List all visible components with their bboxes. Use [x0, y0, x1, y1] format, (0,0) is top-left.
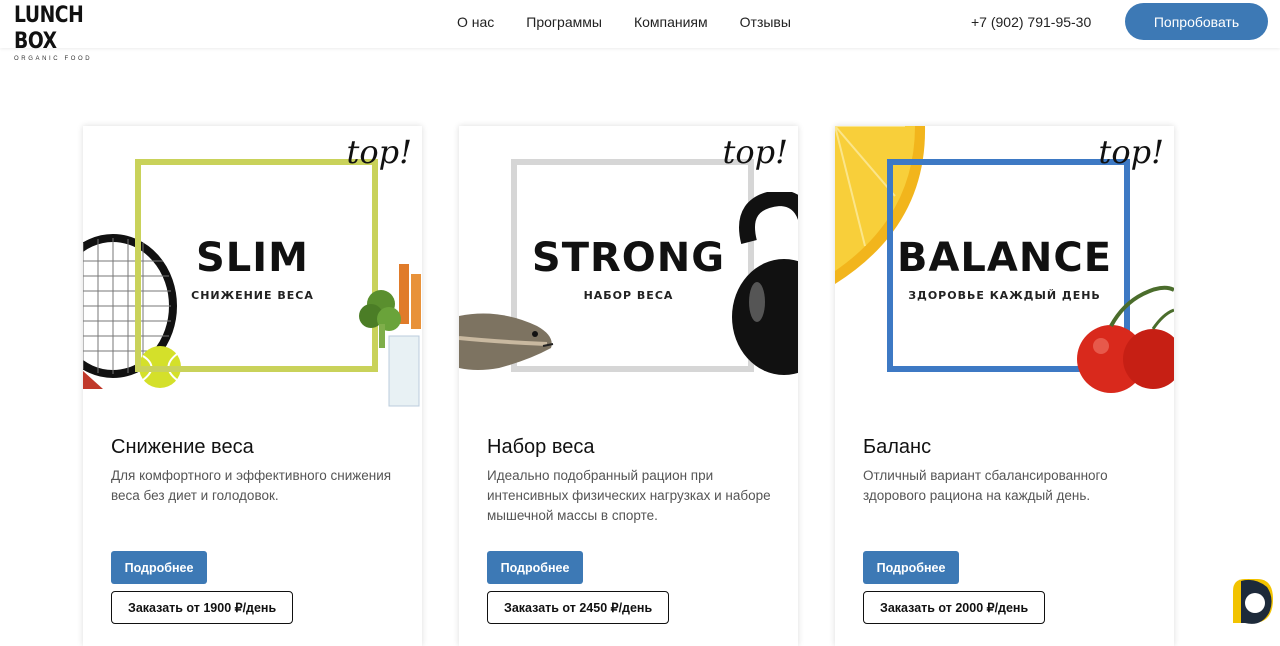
card-description: Идеально подобранный рацион при интенсив… — [487, 468, 771, 523]
chat-widget-icon[interactable] — [1227, 577, 1275, 629]
card-description: Для комфортного и эффективного снижения … — [111, 468, 392, 503]
logo-sub-text: ORGANIC FOOD — [14, 56, 93, 62]
more-button[interactable]: Подробнее — [111, 551, 207, 584]
top-tag: top! — [346, 133, 412, 171]
card-visual: STRONG НАБОР ВЕСА top! — [459, 126, 798, 411]
card-description: Отличный вариант сбалансированного здоро… — [863, 468, 1108, 503]
card-title: Баланс — [863, 436, 932, 458]
program-card-slim: SLIM СНИЖЕНИЕ ВЕСА top! Снижение веса Дл… — [83, 126, 422, 646]
main-nav: О нас Программы Компаниям Отзывы — [457, 13, 791, 31]
nav-link-programs[interactable]: Программы — [526, 13, 602, 31]
try-button[interactable]: Попробовать — [1125, 3, 1268, 40]
logo-main-text: LUNCH BOX — [14, 3, 84, 54]
logo[interactable]: LUNCH BOX ORGANIC FOOD — [14, 3, 106, 62]
visual-title: SLIM — [196, 235, 309, 281]
card-title: Набор веса — [487, 436, 595, 458]
vegetables-image — [359, 264, 421, 407]
order-button[interactable]: Заказать от 2000 ₽/день — [863, 591, 1046, 624]
site-header: LUNCH BOX ORGANIC FOOD О нас Программы К… — [0, 0, 1280, 62]
nav-link-companies[interactable]: Компаниям — [634, 13, 708, 31]
card-title: Снижение веса — [111, 436, 254, 458]
program-card-balance: BALANCE ЗДОРОВЬЕ КАЖДЫЙ ДЕНЬ top! Баланс… — [835, 126, 1174, 646]
kettlebell-image — [732, 192, 798, 375]
order-button[interactable]: Заказать от 2450 ₽/день — [487, 591, 670, 624]
nav-link-reviews[interactable]: Отзывы — [740, 13, 791, 31]
card-visual: BALANCE ЗДОРОВЬЕ КАЖДЫЙ ДЕНЬ top! — [835, 126, 1174, 411]
visual-title: BALANCE — [896, 235, 1113, 281]
fish-image — [459, 313, 554, 370]
visual-subtitle: СНИЖЕНИЕ ВЕСА — [191, 289, 314, 302]
visual-subtitle: НАБОР ВЕСА — [583, 289, 674, 302]
order-button[interactable]: Заказать от 1900 ₽/день — [111, 591, 294, 624]
program-card-strong: STRONG НАБОР ВЕСА top! Набор веса Идеаль… — [459, 126, 798, 646]
card-visual: SLIM СНИЖЕНИЕ ВЕСА top! — [83, 126, 422, 411]
more-button[interactable]: Подробнее — [487, 551, 583, 584]
visual-subtitle: ЗДОРОВЬЕ КАЖДЫЙ ДЕНЬ — [908, 289, 1101, 302]
nav-link-about[interactable]: О нас — [457, 13, 494, 31]
top-tag: top! — [1098, 133, 1164, 171]
top-tag: top! — [722, 133, 788, 171]
visual-title: STRONG — [531, 235, 726, 281]
more-button[interactable]: Подробнее — [863, 551, 959, 584]
phone-number[interactable]: +7 (902) 791-95-30 — [971, 13, 1091, 31]
